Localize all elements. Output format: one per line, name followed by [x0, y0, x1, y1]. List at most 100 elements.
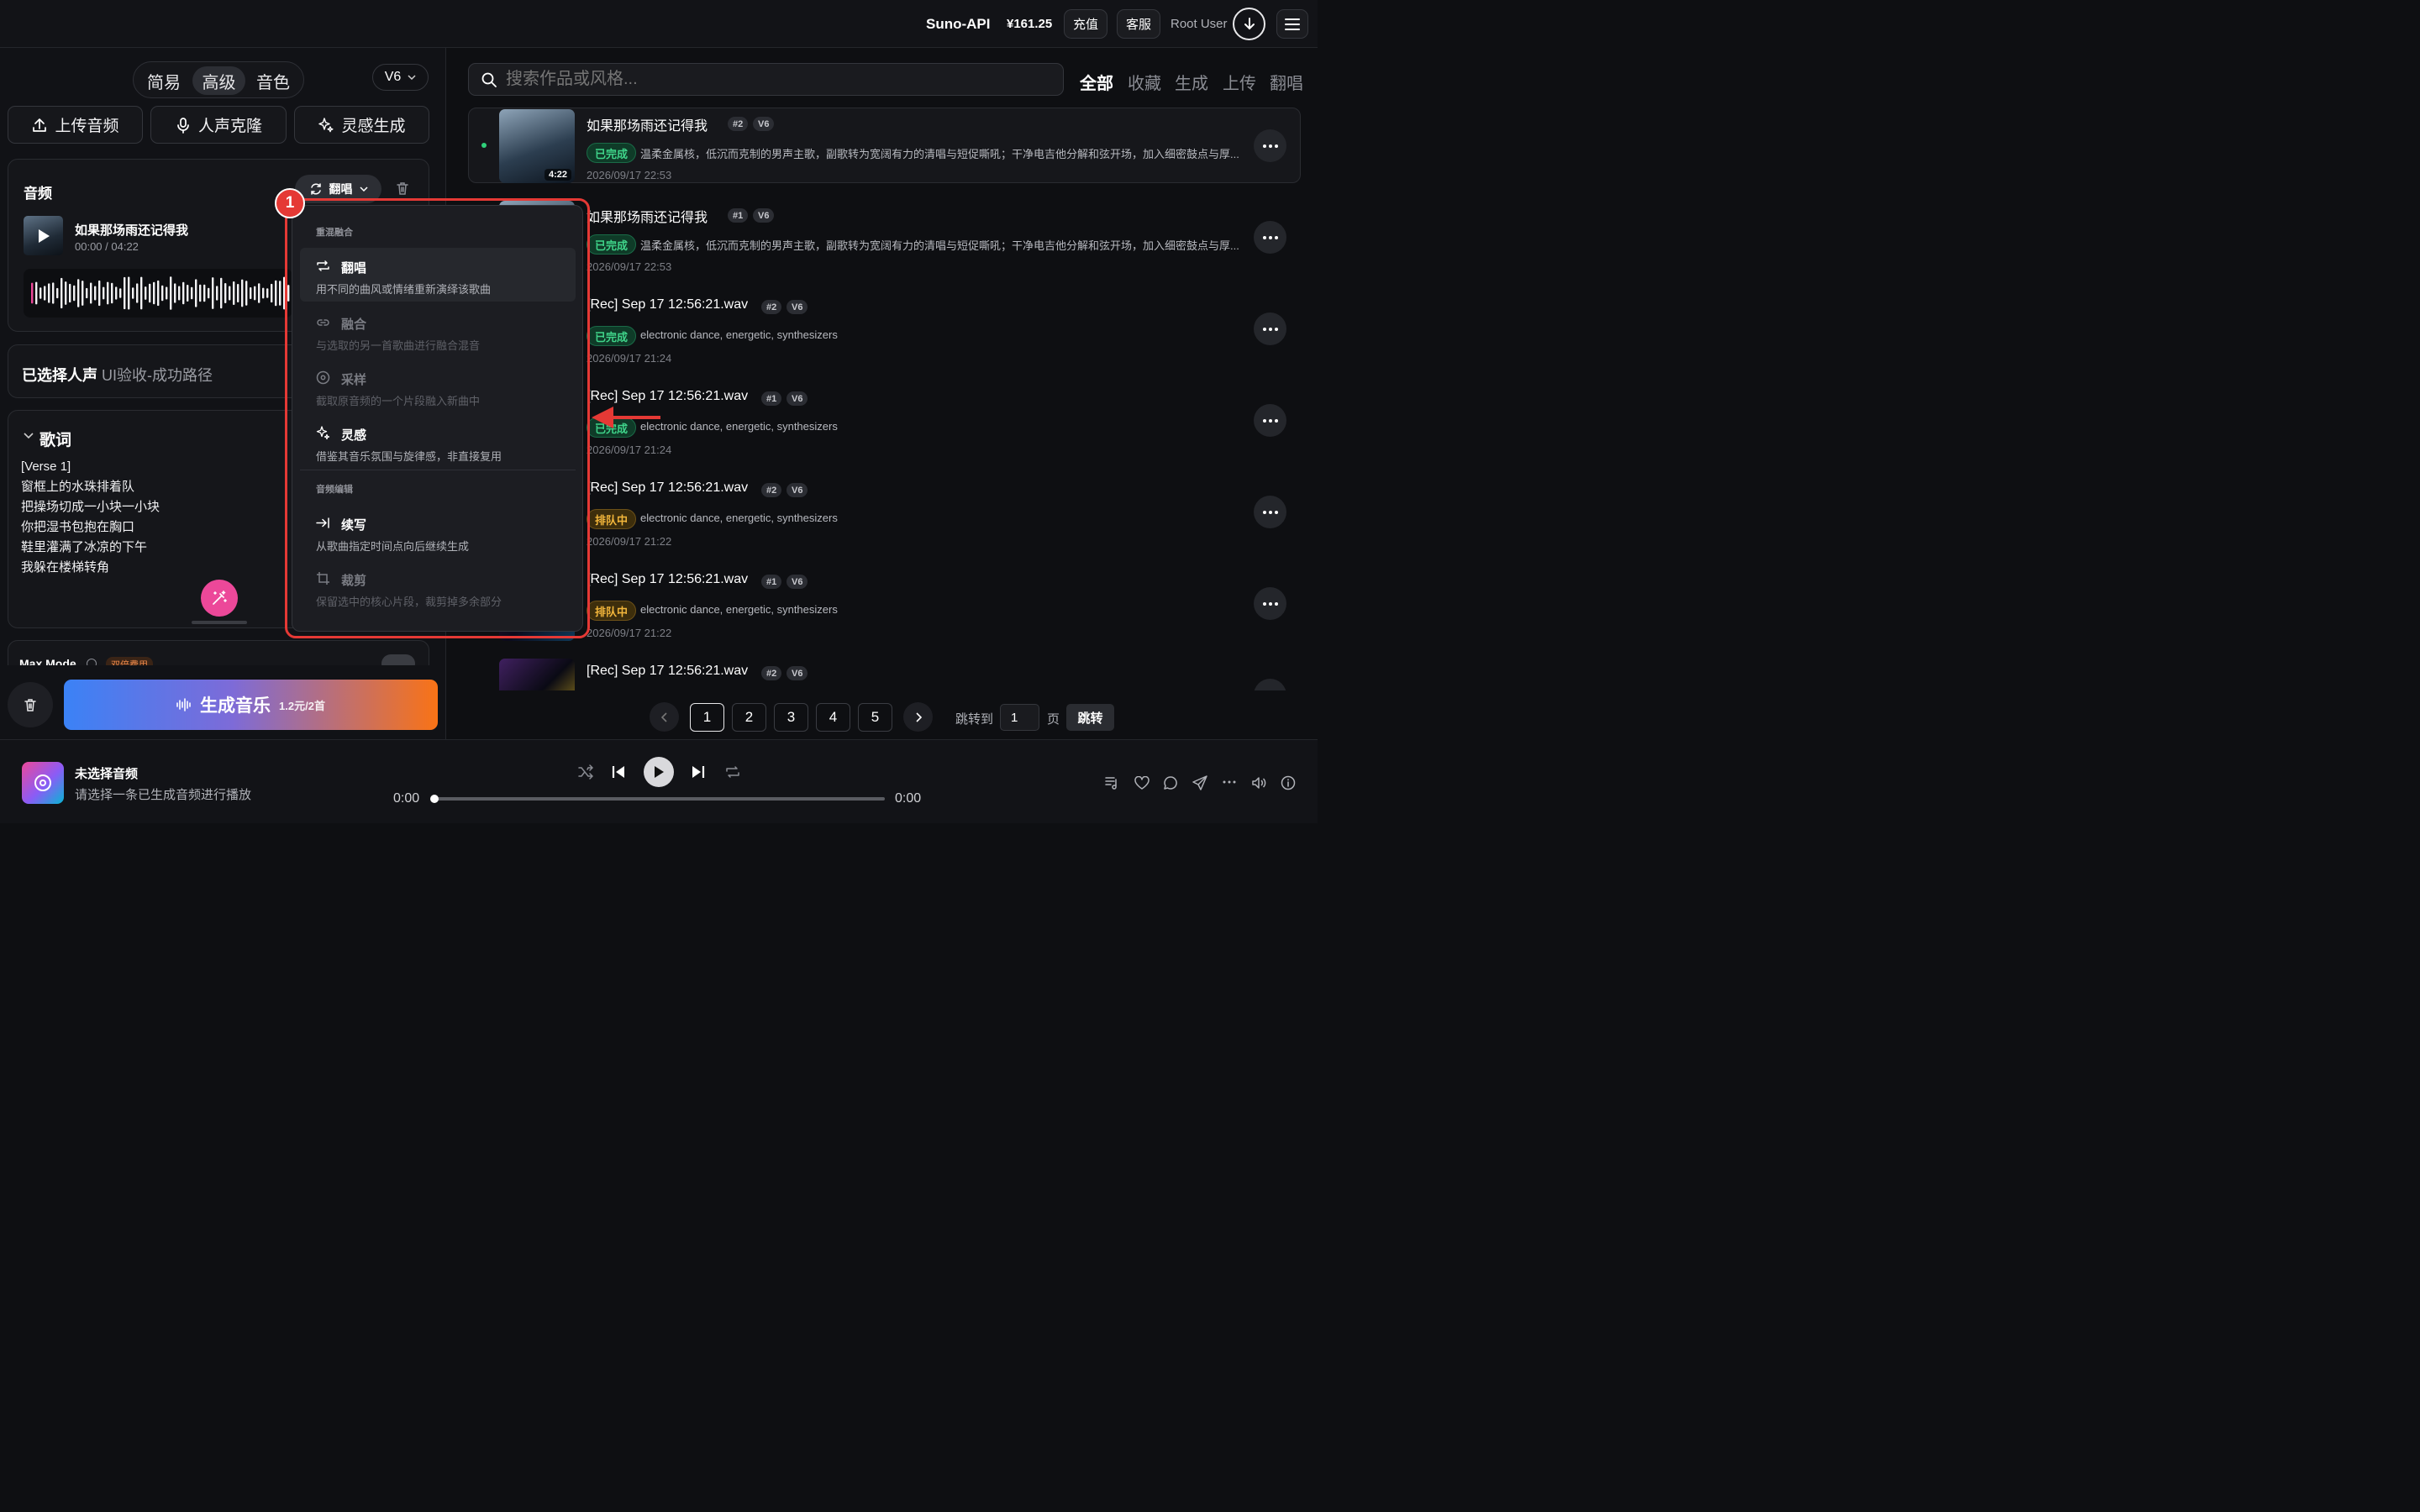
jump-button[interactable]: 跳转 [1066, 704, 1114, 731]
progress-track[interactable] [430, 795, 885, 803]
waveform-bar [145, 286, 147, 300]
menu-item-sample[interactable]: 采样 截取原音频的一个片段融入新曲中 [300, 360, 576, 413]
track-thumbnail[interactable] [24, 216, 63, 255]
song-title[interactable]: [Rec] Sep 17 12:56:21.wav [587, 664, 748, 679]
mode-advanced-tab[interactable]: 高级 [192, 66, 245, 95]
voice-clone-button[interactable]: 人声克隆 [150, 106, 287, 144]
max-mode-toggle[interactable] [381, 654, 415, 665]
song-row[interactable]: [Rec] Sep 17 12:56:21.wav #2 V6 排队中 elect… [468, 474, 1302, 549]
repeat-icon [317, 260, 329, 271]
menu-item-inspiration[interactable]: 灵感 借鉴其音乐氛围与旋律感，非直接复用 [300, 415, 576, 469]
play-button[interactable] [644, 757, 674, 787]
clear-button[interactable] [8, 682, 53, 727]
song-row[interactable]: [Rec] Sep 17 12:56:21.wav #1 V6 排队中 elect… [468, 565, 1302, 641]
menu-item-desc: 从歌曲指定时间点向后继续生成 [316, 540, 470, 553]
more-button[interactable] [1254, 312, 1286, 345]
volume-icon[interactable] [1251, 775, 1266, 790]
tab-favorites[interactable]: 收藏 [1128, 70, 1161, 94]
share-icon[interactable] [1192, 775, 1207, 790]
jump-page-input[interactable]: 1 [1000, 704, 1039, 731]
download-icon[interactable] [1233, 8, 1265, 40]
tab-generated[interactable]: 生成 [1175, 70, 1208, 94]
tab-covers[interactable]: 翻唱 [1270, 70, 1303, 94]
refresh-icon [310, 183, 321, 195]
waveform-bar [220, 277, 223, 309]
mode-simple-tab[interactable]: 简易 [140, 66, 187, 95]
status-badge: 已完成 [587, 143, 637, 163]
shuffle-icon[interactable] [578, 764, 593, 780]
menu-icon[interactable] [1276, 9, 1308, 39]
repeat-icon[interactable] [725, 764, 740, 780]
page-button-1[interactable]: 1 [690, 703, 724, 732]
next-page-button[interactable] [903, 702, 933, 732]
version-select[interactable]: V6 [372, 64, 429, 91]
upload-icon [33, 118, 47, 132]
song-title[interactable]: 如果那场雨还记得我 [587, 114, 708, 134]
waveform-bar [195, 279, 197, 307]
song-row[interactable]: [Rec] Sep 17 12:56:21.wav #2 V6 已完成 elect… [468, 291, 1302, 366]
waveform-bar [182, 281, 185, 305]
song-cover[interactable]: 4:22 [499, 109, 575, 183]
menu-item-cover[interactable]: 翻唱 用不同的曲风或情绪重新演绎该歌曲 [300, 248, 576, 302]
support-button[interactable]: 客服 [1117, 9, 1160, 39]
lyrics-text[interactable]: [Verse 1] 窗框上的水珠排着队 把操场切成一小块一小块 你把湿书包抱在胸… [21, 457, 281, 578]
track-time: 00:00 / 04:22 [75, 240, 139, 253]
song-row[interactable]: 如果那场雨还记得我 #1 V6 已完成 温柔金属核，低沉而克制的男声主歌，副歌转为… [468, 199, 1302, 275]
more-button[interactable] [1254, 404, 1286, 437]
tab-all[interactable]: 全部 [1080, 70, 1113, 94]
search-bar[interactable] [468, 63, 1064, 96]
info-icon[interactable] [87, 659, 97, 665]
voice-label: 已选择人声 [22, 367, 97, 384]
more-button[interactable] [1254, 496, 1286, 528]
search-input[interactable] [506, 70, 1010, 89]
disc-icon [34, 774, 51, 791]
menu-item-extend[interactable]: 续写 从歌曲指定时间点向后继续生成 [300, 505, 576, 559]
lyrics-icon[interactable] [1105, 776, 1120, 790]
heart-icon[interactable] [1134, 776, 1150, 790]
status-badge: 排队中 [587, 601, 637, 621]
previous-icon[interactable] [612, 764, 625, 780]
song-title[interactable]: [Rec] Sep 17 12:56:21.wav [587, 297, 748, 312]
more-icon[interactable] [1223, 780, 1236, 784]
menu-item-crop[interactable]: 裁剪 保留选中的核心片段，裁剪掉多余部分 [300, 560, 576, 614]
trash-icon [24, 699, 36, 711]
song-number-tag: #1 [728, 208, 749, 223]
tab-uploaded[interactable]: 上传 [1223, 70, 1256, 94]
user-name[interactable]: Root User [1171, 17, 1228, 31]
song-title[interactable]: [Rec] Sep 17 12:56:21.wav [587, 389, 748, 404]
inspiration-button[interactable]: 灵感生成 [294, 106, 429, 144]
page-button-4[interactable]: 4 [816, 703, 850, 732]
page-button-3[interactable]: 3 [774, 703, 808, 732]
menu-item-fusion[interactable]: 融合 与选取的另一首歌曲进行融合混音 [300, 304, 576, 358]
generate-music-button[interactable]: 生成音乐 1.2元/2首 [64, 680, 438, 730]
progress-knob[interactable] [430, 795, 439, 803]
trash-icon[interactable] [395, 181, 410, 196]
waveform[interactable] [24, 269, 292, 318]
page-button-2[interactable]: 2 [732, 703, 766, 732]
upload-audio-button[interactable]: 上传音频 [8, 106, 143, 144]
next-icon[interactable] [692, 764, 705, 780]
comment-icon[interactable] [1163, 775, 1178, 790]
more-button[interactable] [1254, 129, 1286, 162]
magic-wand-button[interactable] [201, 580, 238, 617]
chevron-down-icon[interactable] [24, 433, 34, 439]
more-button[interactable] [1254, 679, 1286, 690]
prev-page-button[interactable] [650, 702, 679, 732]
mode-timbre-tab[interactable]: 音色 [249, 66, 297, 95]
song-date: 2026/09/17 21:24 [587, 444, 672, 456]
song-title[interactable]: [Rec] Sep 17 12:56:21.wav [587, 480, 748, 496]
waveform-bar [140, 276, 143, 310]
song-title[interactable]: [Rec] Sep 17 12:56:21.wav [587, 572, 748, 587]
recharge-button[interactable]: 充值 [1064, 9, 1107, 39]
song-row[interactable]: 4:22 如果那场雨还记得我 #2 V6 已完成 温柔金属核，低沉而克制的男声主歌… [468, 108, 1302, 183]
resize-handle[interactable] [192, 621, 247, 624]
more-icon [1262, 327, 1278, 331]
song-cover[interactable] [499, 659, 575, 690]
song-date: 2026/09/17 22:53 [587, 260, 672, 273]
info-icon[interactable] [1281, 775, 1296, 790]
song-title[interactable]: 如果那场雨还记得我 [587, 206, 708, 226]
more-button[interactable] [1254, 587, 1286, 620]
more-button[interactable] [1254, 221, 1286, 254]
page-button-5[interactable]: 5 [858, 703, 892, 732]
song-row[interactable]: [Rec] Sep 17 12:56:21.wav #2 V6 [468, 657, 1302, 690]
